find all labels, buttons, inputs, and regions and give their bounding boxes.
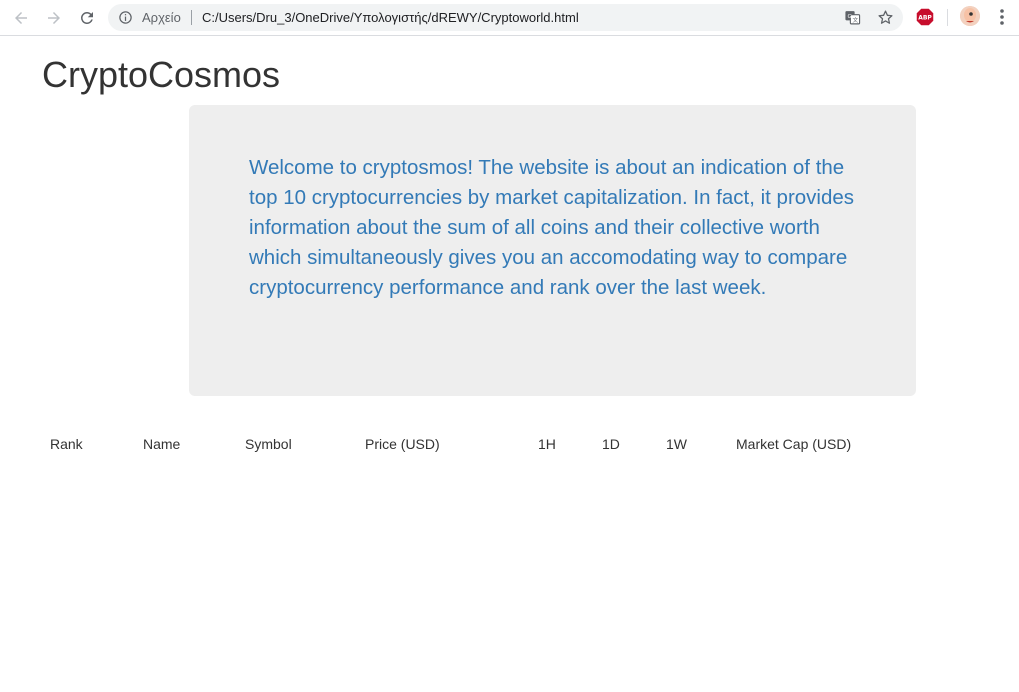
reload-button[interactable] — [75, 6, 99, 30]
address-url[interactable]: C:/Users/Dru_3/OneDrive/Υπολογιστής/dREW… — [202, 10, 579, 25]
translate-icon[interactable]: G 文 — [844, 9, 861, 26]
address-scheme-label: Αρχείο — [142, 10, 181, 25]
column-header-name: Name — [143, 436, 181, 452]
more-menu-icon[interactable] — [995, 8, 1009, 26]
adblock-plus-label: ABP — [918, 15, 932, 22]
profile-avatar[interactable] — [960, 6, 980, 26]
column-header-symbol: Symbol — [245, 436, 292, 452]
column-header-1h: 1H — [538, 436, 556, 452]
toolbar-separator — [947, 9, 948, 26]
column-header-1d: 1D — [602, 436, 620, 452]
column-header-market-cap: Market Cap (USD) — [736, 436, 852, 452]
arrow-left-icon — [15, 12, 27, 24]
address-bar[interactable]: Αρχείο C:/Users/Dru_3/OneDrive/Υπολογιστ… — [108, 4, 903, 31]
reload-icon — [80, 11, 93, 24]
address-divider — [191, 10, 192, 25]
info-icon[interactable] — [118, 10, 133, 25]
intro-jumbotron: Welcome to cryptosmos! The website is ab… — [189, 105, 916, 396]
back-button[interactable] — [9, 6, 33, 30]
column-header-price: Price (USD) — [365, 436, 440, 452]
crypto-table-header: Rank Name Symbol Price (USD) 1H 1D 1W Ma… — [0, 436, 1019, 456]
page-title: CryptoCosmos — [42, 54, 281, 95]
svg-text:G: G — [848, 14, 852, 20]
intro-text: Welcome to cryptosmos! The website is ab… — [249, 156, 855, 299]
avatar-face-icon — [960, 6, 980, 26]
adblock-plus-icon[interactable]: ABP — [916, 8, 934, 26]
column-header-rank: Rank — [50, 436, 83, 452]
forward-button[interactable] — [42, 6, 66, 30]
column-header-1w: 1W — [666, 436, 687, 452]
arrow-right-icon — [48, 12, 60, 24]
bookmark-star-icon[interactable] — [877, 9, 894, 26]
browser-toolbar: Αρχείο C:/Users/Dru_3/OneDrive/Υπολογιστ… — [0, 0, 1019, 36]
